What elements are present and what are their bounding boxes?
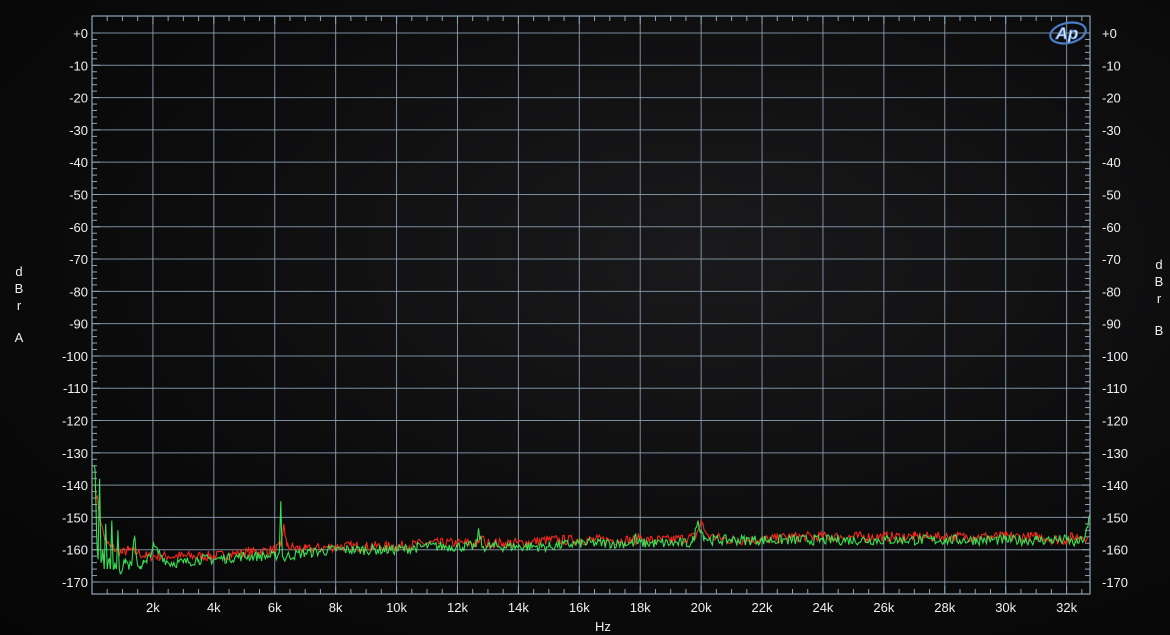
y-tick-label-left: -70 <box>69 252 88 267</box>
plot-border <box>91 15 1091 595</box>
y-tick-label-right: +0 <box>1102 26 1117 41</box>
y-tick-label-left: -50 <box>69 187 88 202</box>
y-tick-label-left: -10 <box>69 58 88 73</box>
y-tick-label-left: -150 <box>62 510 88 525</box>
plot-frame <box>91 15 1091 595</box>
y-axis-left-tick-labels: +0 -10 -20 -30 -40 -50 -60 -70 -80 -90 -100 -110 -12… <box>62 26 88 590</box>
x-axis-tick-labels: 2k 4k 6k 8k 10k 12k 14k 16k 18k 20k 22k 24k 26k 28k 30… <box>146 600 1078 615</box>
y-axis-right-label-char: B <box>1154 323 1164 338</box>
ap-logo-icon: Ap <box>1049 21 1087 45</box>
y-axis-left-label-char: B <box>14 281 24 296</box>
y-tick-label-left: -40 <box>69 155 88 170</box>
y-tick-label-left: -170 <box>62 575 88 590</box>
y-tick-label-right: -30 <box>1102 123 1121 138</box>
y-tick-label-left: -100 <box>62 349 88 364</box>
minor-ticks <box>92 16 1090 594</box>
y-tick-label-right: -20 <box>1102 91 1121 106</box>
y-tick-label-right: -40 <box>1102 155 1121 170</box>
y-tick-label-right: -120 <box>1102 414 1128 429</box>
y-axis-left-label: d B r A <box>9 263 29 346</box>
y-tick-label-left: -30 <box>69 123 88 138</box>
x-tick-label: 22k <box>752 600 773 615</box>
y-tick-label-right: -150 <box>1102 510 1128 525</box>
x-tick-label: 20k <box>691 600 712 615</box>
y-axis-right-label-char: r <box>1156 291 1162 306</box>
y-tick-label-right: -140 <box>1102 478 1128 493</box>
x-tick-label: 16k <box>569 600 590 615</box>
spectrum-series <box>93 465 1091 576</box>
y-axis-left-label-char: A <box>14 330 24 345</box>
y-tick-label-right: -50 <box>1102 187 1121 202</box>
y-tick-label-right: -60 <box>1102 220 1121 235</box>
y-tick-label-left: -140 <box>62 478 88 493</box>
y-axis-right-label: d B r B <box>1149 256 1169 339</box>
y-tick-label-right: -170 <box>1102 575 1128 590</box>
x-tick-label: 4k <box>207 600 221 615</box>
y-tick-label-right: -70 <box>1102 252 1121 267</box>
y-axis-right-label-char: d <box>1155 257 1163 272</box>
y-tick-label-right: -160 <box>1102 543 1128 558</box>
fft-spectrum-plot: +0 -10 -20 -30 -40 -50 -60 -70 -80 -90 -100 -110 -12… <box>62 15 1128 634</box>
x-tick-label: 26k <box>873 600 894 615</box>
x-tick-label: 14k <box>508 600 529 615</box>
y-axis-left-label-char: r <box>16 298 22 313</box>
x-tick-label: 10k <box>386 600 407 615</box>
y-tick-label-left: -90 <box>69 317 88 332</box>
x-tick-label: 12k <box>447 600 468 615</box>
y-tick-label-right: -80 <box>1102 284 1121 299</box>
y-tick-label-left: -120 <box>62 414 88 429</box>
x-tick-label: 6k <box>268 600 282 615</box>
plot-grid <box>92 16 1090 594</box>
y-tick-label-right: -90 <box>1102 317 1121 332</box>
y-tick-label-left: -160 <box>62 543 88 558</box>
x-tick-label: 8k <box>329 600 343 615</box>
x-tick-label: 30k <box>995 600 1016 615</box>
x-axis-label: Hz <box>595 619 611 634</box>
x-tick-label: 2k <box>146 600 160 615</box>
y-tick-label-right: -130 <box>1102 446 1128 461</box>
spectrum-line-channel-b <box>93 465 1091 576</box>
y-tick-label-left: -60 <box>69 220 88 235</box>
y-tick-label-left: +0 <box>73 26 88 41</box>
x-tick-label: 28k <box>934 600 955 615</box>
x-tick-label: 32k <box>1056 600 1077 615</box>
y-tick-label-right: -110 <box>1102 381 1127 396</box>
y-tick-label-left: -20 <box>69 91 88 106</box>
analyzer-screen: +0 -10 -20 -30 -40 -50 -60 -70 -80 -90 -100 -110 -12… <box>0 0 1170 635</box>
y-axis-left-label-char: d <box>15 264 23 279</box>
y-tick-label-left: -80 <box>69 284 88 299</box>
y-axis-right-tick-labels: +0 -10 -20 -30 -40 -50 -60 -70 -80 -90 -100 -110 -12… <box>1102 26 1128 590</box>
x-tick-label: 24k <box>812 600 833 615</box>
x-tick-label: 18k <box>630 600 651 615</box>
y-axis-right-label-char: B <box>1154 274 1164 289</box>
y-tick-label-left: -130 <box>62 446 88 461</box>
y-tick-label-left: -110 <box>63 381 88 396</box>
ap-logo-text: Ap <box>1055 24 1079 43</box>
y-tick-label-right: -100 <box>1102 349 1128 364</box>
y-tick-label-right: -10 <box>1102 58 1121 73</box>
